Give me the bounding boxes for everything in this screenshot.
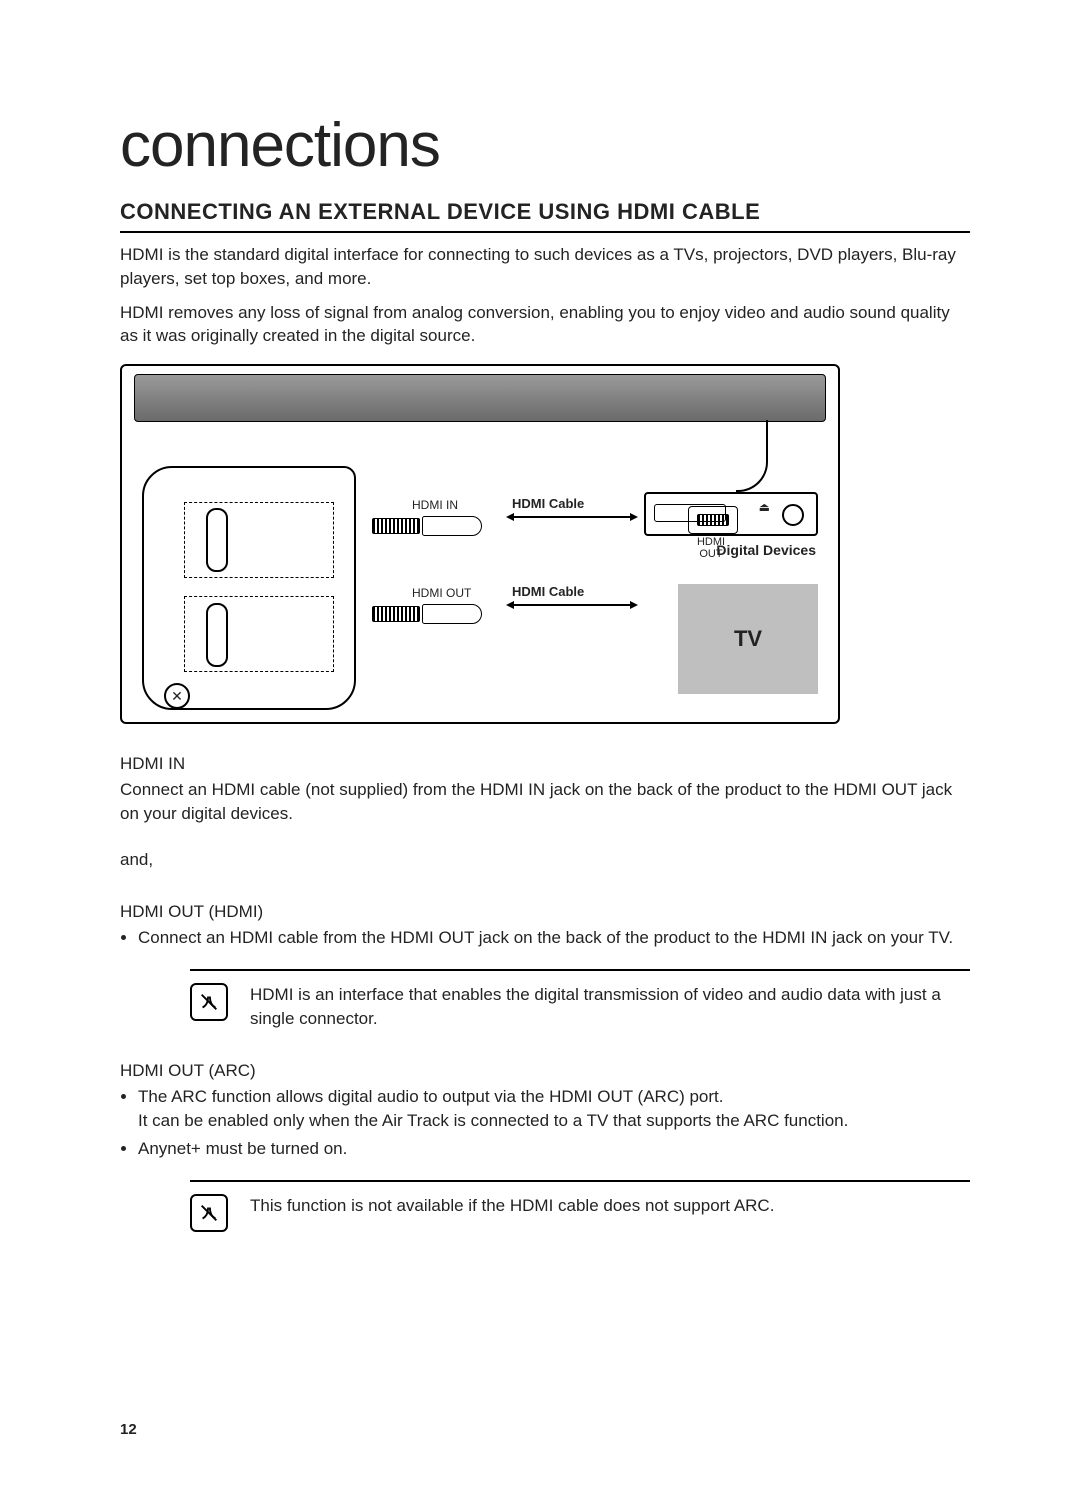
connection-diagram: ✕ HDMI IN HDMI Cable HDMI OUT HDMI OUT H… (120, 364, 840, 724)
page-number: 12 (120, 1421, 137, 1438)
page-title: connections (120, 110, 970, 181)
note-icon (190, 1194, 228, 1232)
eject-icon: ⏏ (759, 500, 770, 514)
section-heading: CONNECTING AN EXTERNAL DEVICE USING HDMI… (120, 199, 970, 233)
digital-device-icon: ⏏ (644, 492, 818, 536)
tv-icon: TV (678, 584, 818, 694)
arc-bullet-1-line-1: The ARC function allows digital audio to… (138, 1087, 724, 1106)
intro-paragraph-2: HDMI removes any loss of signal from ana… (120, 301, 970, 349)
note-icon (190, 983, 228, 1021)
and-text: and, (120, 848, 970, 872)
double-arrow-icon (512, 604, 632, 606)
note-block-2: This function is not available if the HD… (190, 1180, 970, 1232)
hdmi-plug-icon (372, 604, 482, 622)
soundbar-side-view: ✕ (142, 466, 356, 710)
hdmi-in-port-icon (206, 508, 228, 572)
hdmi-in-body: Connect an HDMI cable (not supplied) fro… (120, 778, 970, 826)
hdmi-plug-icon (372, 516, 482, 534)
hdmi-out-arc-heading: HDMI OUT (ARC) (120, 1061, 970, 1081)
hdmi-out-arc-bullet-1: The ARC function allows digital audio to… (138, 1085, 970, 1133)
hdmi-out-hdmi-bullet-1: Connect an HDMI cable from the HDMI OUT … (138, 926, 970, 950)
hdmi-cable-label-2: HDMI Cable (512, 584, 584, 599)
soundbar-icon (134, 374, 826, 422)
tv-label: TV (734, 626, 762, 652)
hdmi-out-hdmi-heading: HDMI OUT (HDMI) (120, 902, 970, 922)
arc-bullet-1-line-2: It can be enabled only when the Air Trac… (138, 1111, 848, 1130)
digital-devices-label: Digital Devices (716, 542, 816, 558)
cable-drop-icon (736, 420, 768, 492)
hdmi-out-arc-bullet-2: Anynet+ must be turned on. (138, 1137, 970, 1161)
note-block-1: HDMI is an interface that enables the di… (190, 969, 970, 1031)
hdmi-in-label: HDMI IN (412, 498, 458, 512)
hdmi-out-label: HDMI OUT (412, 586, 471, 600)
screw-icon: ✕ (164, 683, 190, 709)
hdmi-cable-label-1: HDMI Cable (512, 496, 584, 511)
note-text-1: HDMI is an interface that enables the di… (250, 983, 970, 1031)
hdmi-out-port-icon (206, 603, 228, 667)
hdmi-in-heading: HDMI IN (120, 754, 970, 774)
intro-paragraph-1: HDMI is the standard digital interface f… (120, 243, 970, 291)
note-text-2: This function is not available if the HD… (250, 1194, 774, 1218)
double-arrow-icon (512, 516, 632, 518)
